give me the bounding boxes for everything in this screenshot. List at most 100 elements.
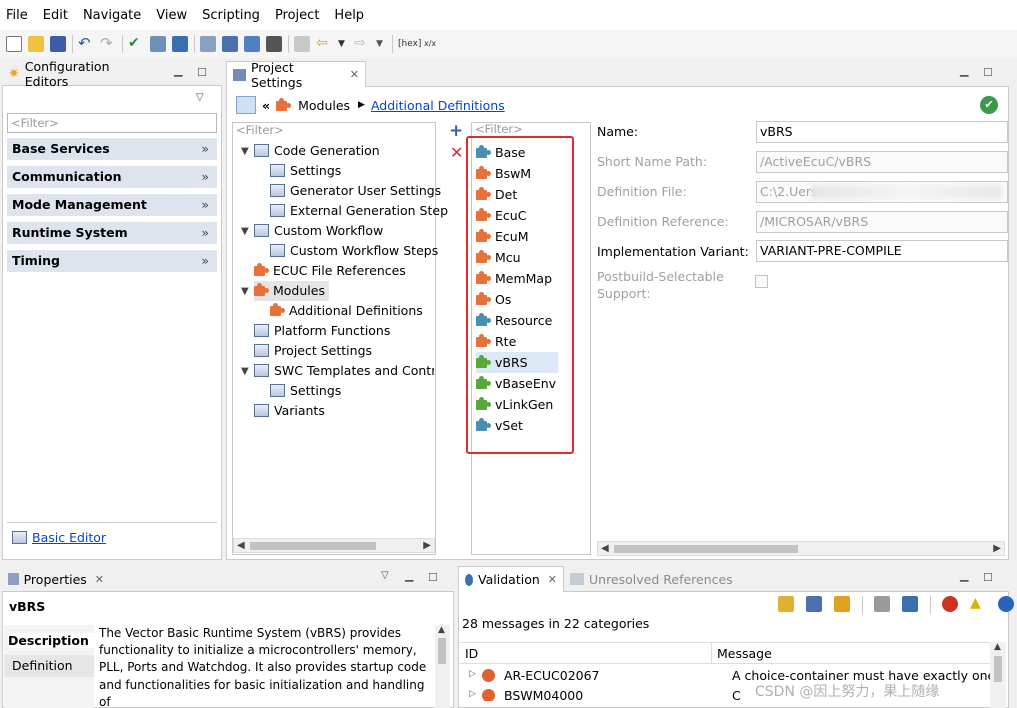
chevron-down-icon[interactable]: ▼	[376, 36, 386, 52]
info-icon[interactable]	[998, 596, 1014, 612]
category-communication[interactable]: Communication »	[7, 166, 217, 188]
scroll-thumb[interactable]	[438, 638, 446, 664]
collapse-arrow-icon[interactable]: ▼	[241, 226, 249, 237]
error-icon[interactable]	[942, 596, 958, 612]
category-runtime-system[interactable]: Runtime System »	[7, 222, 217, 244]
column-header-id[interactable]: ID	[465, 646, 478, 661]
warning-icon[interactable]: ▲	[970, 596, 986, 612]
filter-icon[interactable]	[902, 596, 918, 612]
scroll-thumb[interactable]	[250, 542, 376, 550]
close-icon[interactable]: ✕	[350, 68, 359, 81]
scroll-up-icon[interactable]: ▲	[438, 625, 445, 635]
tree-item-custom-workflow[interactable]: Custom Workflow	[254, 221, 383, 241]
tree-filter-input[interactable]: <Filter>	[233, 123, 435, 140]
properties-section-definition[interactable]: Definition	[4, 655, 94, 677]
menu-file[interactable]: File	[6, 8, 28, 23]
tab-properties[interactable]: Properties ✕	[2, 566, 110, 592]
tree-item-settings[interactable]: Settings	[270, 161, 341, 181]
collapse-arrow-icon[interactable]: ▼	[241, 146, 249, 157]
breadcrumb-modules[interactable]: Modules	[298, 98, 350, 113]
tools-icon[interactable]	[874, 596, 890, 612]
nav-back-history-icon[interactable]	[294, 36, 310, 52]
save-icon[interactable]	[50, 36, 66, 52]
menu-scripting[interactable]: Scripting	[202, 8, 260, 23]
menu-edit[interactable]: Edit	[43, 8, 68, 23]
close-icon[interactable]: ✕	[548, 573, 557, 586]
hex-icon[interactable]: [hex]	[398, 36, 421, 52]
tree-item-generator-user-settings[interactable]: Generator User Settings	[270, 181, 441, 201]
filter-errors-icon[interactable]	[778, 596, 794, 612]
tree-item-swc-templates[interactable]: SWC Templates and Contra	[254, 361, 434, 381]
table-icon[interactable]	[222, 36, 238, 52]
properties-vertical-scrollbar[interactable]: ▲	[435, 625, 450, 708]
tree-item-custom-workflow-steps[interactable]: Custom Workflow Steps	[270, 241, 438, 261]
view-menu-icon[interactable]: ▽	[381, 570, 389, 581]
stack-icon[interactable]	[150, 36, 166, 52]
view-menu-icon[interactable]: ▽	[196, 92, 204, 103]
tree-item-external-generation-step[interactable]: External Generation Step	[270, 201, 448, 221]
scroll-left-icon[interactable]: ◀	[237, 540, 245, 551]
validation-vertical-scrollbar[interactable]: ▲	[990, 642, 1006, 708]
maximize-button[interactable]: ☐	[983, 571, 993, 584]
tree-item-project-settings[interactable]: Project Settings	[254, 341, 372, 361]
collapse-arrow-icon[interactable]: ▼	[241, 286, 249, 297]
tab-unresolved-references[interactable]: Unresolved References	[570, 572, 733, 587]
scroll-left-icon[interactable]: ◀	[601, 543, 609, 554]
tree-item-platform-functions[interactable]: Platform Functions	[254, 321, 390, 341]
close-icon[interactable]: ✕	[95, 573, 104, 586]
chart-icon[interactable]	[244, 36, 260, 52]
tab-validation[interactable]: Validation ✕	[458, 566, 564, 592]
back-chevron-icon[interactable]: «	[262, 98, 270, 113]
minimize-button[interactable]: ▁	[174, 64, 182, 77]
minimize-button[interactable]: ▁	[405, 569, 413, 582]
properties-section-description[interactable]: Description	[8, 633, 94, 648]
category-timing[interactable]: Timing »	[7, 250, 217, 272]
menu-help[interactable]: Help	[334, 8, 364, 23]
tree-item-variants[interactable]: Variants	[254, 401, 325, 421]
add-icon[interactable]: +	[449, 123, 463, 140]
scroll-right-icon[interactable]: ▶	[423, 540, 431, 551]
modules-filter-input[interactable]: <Filter>	[472, 123, 572, 137]
refresh-icon[interactable]	[834, 596, 850, 612]
tree-item-ecuc-file-references[interactable]: ECUC File References	[254, 261, 406, 281]
maximize-button[interactable]: ☐	[983, 66, 993, 79]
redo-icon[interactable]: ↷	[100, 36, 116, 52]
new-file-icon[interactable]	[6, 36, 22, 52]
basic-editor-link[interactable]: Basic Editor	[32, 530, 106, 545]
config-filter-input[interactable]: <Filter>	[7, 113, 217, 133]
expand-arrow-icon[interactable]: ▷	[469, 669, 476, 679]
arrow-right-icon[interactable]: ⇨	[354, 36, 370, 52]
minimize-button[interactable]: ▁	[960, 569, 968, 582]
scroll-thumb[interactable]	[614, 545, 798, 553]
breadcrumb-additional-definitions[interactable]: Additional Definitions	[371, 98, 505, 113]
maximize-button[interactable]: ☐	[428, 571, 438, 584]
collapse-arrow-icon[interactable]: ▼	[241, 366, 249, 377]
validate-ok-icon[interactable]: ✔	[980, 96, 998, 114]
gear-icon[interactable]	[806, 596, 822, 612]
implementation-variant-field[interactable]: VARIANT-PRE-COMPILE	[756, 240, 1008, 262]
tree-item-additional-definitions[interactable]: Additional Definitions	[270, 301, 423, 321]
maximize-button[interactable]: ☐	[197, 66, 207, 79]
name-field[interactable]: vBRS	[756, 121, 1008, 143]
undo-icon[interactable]: ↶	[78, 36, 94, 52]
menu-project[interactable]: Project	[275, 8, 319, 23]
tree-horizontal-scrollbar[interactable]: ◀ ▶	[233, 538, 435, 553]
category-mode-management[interactable]: Mode Management »	[7, 194, 217, 216]
generate-icon[interactable]	[172, 36, 188, 52]
settings-icon[interactable]	[200, 36, 216, 52]
remove-icon[interactable]: ✕	[450, 145, 463, 161]
column-header-message[interactable]: Message	[717, 646, 772, 661]
menu-view[interactable]: View	[156, 8, 187, 23]
tab-configuration-editors[interactable]: ✷ Configuration Editors	[2, 59, 158, 89]
binoculars-icon[interactable]	[266, 36, 282, 52]
scroll-up-icon[interactable]: ▲	[994, 642, 1001, 652]
open-folder-icon[interactable]	[28, 36, 44, 52]
xml-icon[interactable]: x/x	[424, 36, 444, 52]
chevron-down-icon[interactable]: ▼	[338, 36, 348, 52]
category-base-services[interactable]: Base Services »	[7, 138, 217, 160]
scroll-right-icon[interactable]: ▶	[993, 543, 1001, 554]
validate-icon[interactable]: ✔	[128, 36, 144, 52]
expand-arrow-icon[interactable]: ▷	[469, 689, 476, 699]
tree-item-code-generation[interactable]: Code Generation	[254, 141, 380, 161]
postbuild-checkbox[interactable]	[755, 275, 768, 288]
